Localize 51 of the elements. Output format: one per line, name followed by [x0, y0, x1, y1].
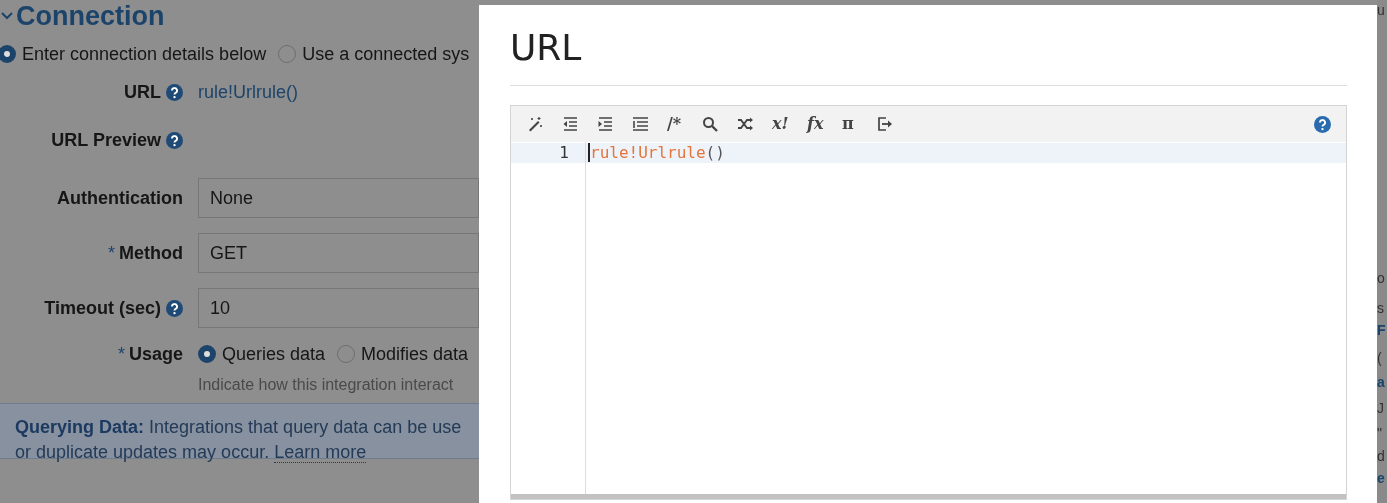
- toolbar-button[interactable]: fx: [807, 114, 824, 134]
- toolbar-button[interactable]: /*: [667, 114, 682, 134]
- toolbar-button[interactable]: π: [842, 114, 854, 134]
- learn-more-link[interactable]: Learn more: [274, 442, 367, 463]
- text-fragment: ": [1377, 425, 1382, 441]
- help-icon[interactable]: [166, 131, 183, 149]
- field-label: URL: [124, 81, 161, 103]
- input-field[interactable]: None: [198, 178, 479, 218]
- radio-label: Modifies data: [361, 343, 469, 365]
- info-text: Querying Data: Integrations that query data can be use: [15, 416, 463, 439]
- chevron-down-icon[interactable]: [0, 11, 14, 21]
- radio-button[interactable]: [198, 345, 216, 363]
- hint-text: Indicate how this integration interact: [198, 376, 455, 394]
- text-fragment: e: [1377, 470, 1385, 486]
- toolbar-button[interactable]: x!: [772, 114, 789, 134]
- required-asterisk: *: [117, 343, 125, 365]
- input-field[interactable]: GET: [198, 233, 479, 273]
- field-label: URL Preview: [51, 129, 161, 151]
- line-number: 1: [511, 143, 585, 163]
- info-text: or duplicate updates may occur.: [15, 442, 270, 462]
- indent-icon[interactable]: [597, 115, 614, 133]
- field-label: Authentication: [57, 187, 183, 209]
- text-fragment: F: [1377, 322, 1386, 338]
- text-fragment: u: [1377, 2, 1385, 18]
- field-label: Method: [119, 242, 183, 264]
- radio-label: Enter connection details below: [22, 43, 267, 65]
- text-fragment: J: [1377, 400, 1384, 416]
- text-fragment: (: [1377, 350, 1382, 366]
- field-label: Usage: [128, 343, 183, 365]
- code-editor[interactable]: /* x! fx π 1 rule!Urlrule(): [510, 105, 1347, 500]
- input-field[interactable]: 10: [198, 288, 479, 328]
- help-icon[interactable]: [166, 83, 183, 101]
- dialog-title: URL: [510, 5, 1347, 86]
- list-icon[interactable]: [632, 115, 649, 133]
- help-icon[interactable]: [1314, 115, 1331, 133]
- text-fragment: o: [1377, 270, 1385, 286]
- text-fragment: a: [1377, 374, 1385, 390]
- text-fragment: d: [1377, 448, 1385, 464]
- radio-button[interactable]: [0, 45, 16, 63]
- radio-label: Queries data: [222, 343, 326, 365]
- section-title: Connection: [16, 0, 165, 32]
- text-fragment: s: [1377, 300, 1384, 316]
- required-asterisk: *: [108, 242, 115, 264]
- magic-icon[interactable]: [527, 115, 544, 133]
- field-label: Timeout (sec): [44, 297, 161, 319]
- radio-label: Use a connected sys: [302, 43, 470, 65]
- outdent-icon[interactable]: [562, 115, 579, 133]
- export-icon[interactable]: [877, 115, 894, 133]
- help-icon[interactable]: [166, 299, 183, 317]
- search-icon[interactable]: [702, 115, 719, 133]
- shuffle-icon[interactable]: [737, 115, 754, 133]
